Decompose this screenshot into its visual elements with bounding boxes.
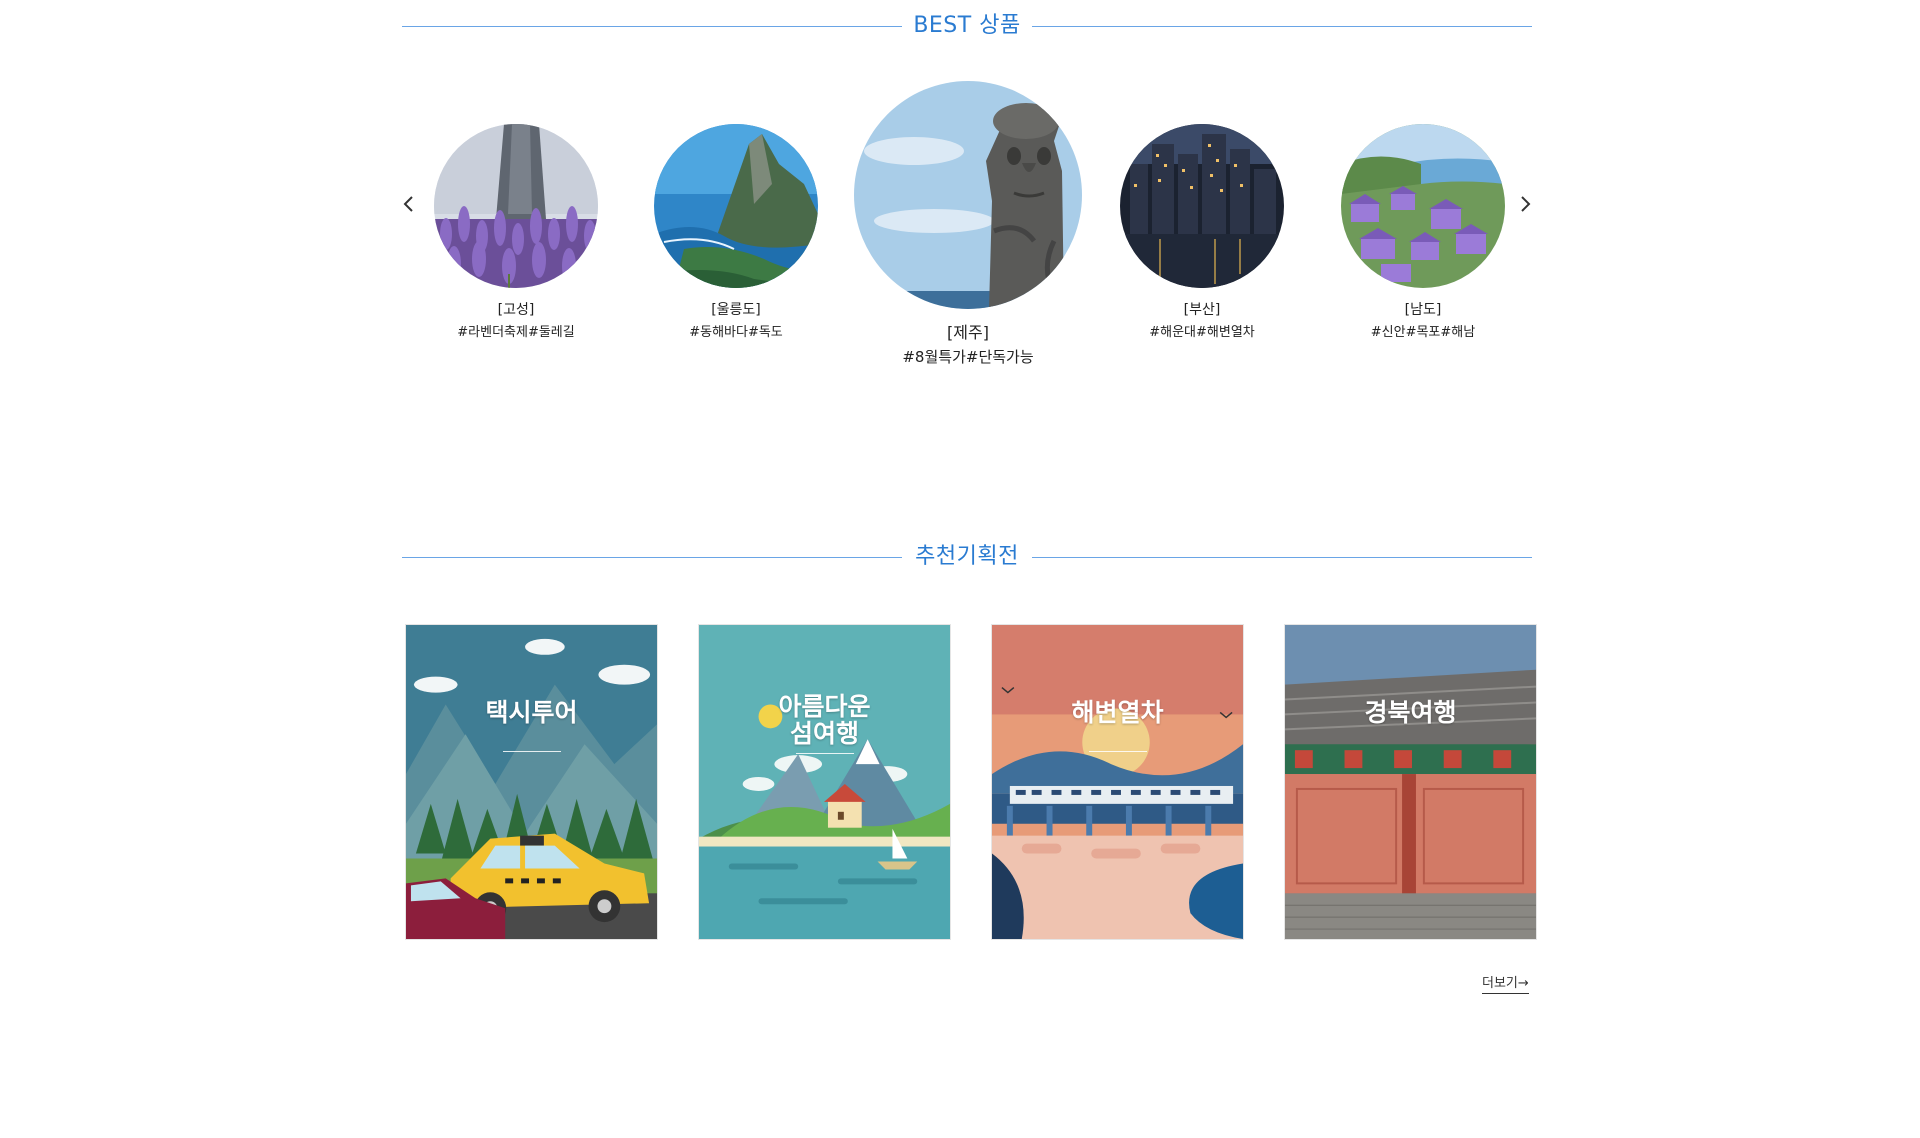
best-item-tags: #라벤더축제#둘레길 xyxy=(457,325,575,340)
title-divider-right xyxy=(1032,557,1532,558)
promo-card-title: 아름다운 섬여행 xyxy=(778,692,871,748)
best-item-tags: #신안#목포#해남 xyxy=(1370,325,1476,340)
promo-card-title: 해변열차 xyxy=(1071,698,1164,727)
best-item-image xyxy=(1120,124,1284,288)
best-item-namdo[interactable]: [남도] #신안#목포#해남 xyxy=(1330,124,1516,343)
promo-card-taxi-tour[interactable]: 택시투어 xyxy=(405,624,658,940)
carousel-prev-button[interactable] xyxy=(398,189,420,219)
promo-card-image xyxy=(1285,625,1536,939)
promo-card-image xyxy=(699,625,950,939)
best-item-region: [부산] xyxy=(1183,302,1221,318)
best-item-region: [울릉도] xyxy=(711,302,761,318)
chevron-right-icon xyxy=(1521,196,1531,212)
best-item-jeju[interactable]: [제주] #8월특가#단독가능 xyxy=(852,81,1084,367)
best-item-image xyxy=(854,81,1082,309)
promo-section-title: 추천기획전 xyxy=(402,542,1532,572)
promo-card-beach-train[interactable]: 해변열차 xyxy=(991,624,1244,940)
chevron-left-icon xyxy=(403,196,413,212)
best-item-goseong[interactable]: [고성] #라벤더축제#둘레길 xyxy=(423,124,609,343)
more-link[interactable]: 더보기→ xyxy=(1482,972,1529,994)
promo-card-underline xyxy=(796,753,854,754)
promo-card-image xyxy=(992,625,1243,939)
promo-card-underline xyxy=(1089,751,1147,752)
promo-card-title: 경북여행 xyxy=(1364,698,1457,727)
promo-card-underline xyxy=(503,751,561,752)
best-item-image xyxy=(434,124,598,288)
carousel-next-button[interactable] xyxy=(1514,189,1536,219)
best-section-title: BEST 상품 xyxy=(402,11,1532,41)
best-item-tags: #8월특가#단독가능 xyxy=(902,348,1034,366)
promo-card-title: 택시투어 xyxy=(485,698,578,727)
best-item-tags: #해운대#해변열차 xyxy=(1149,325,1255,340)
promo-card-image xyxy=(406,625,657,939)
promo-card-gyeongbuk-trip[interactable]: 경북여행 xyxy=(1284,624,1537,940)
best-item-region: [고성] xyxy=(497,302,535,318)
best-item-ulleungdo[interactable]: [울릉도] #동해바다#독도 xyxy=(643,124,829,343)
best-item-region: [남도] xyxy=(1404,302,1442,318)
best-item-tags: #동해바다#독도 xyxy=(689,325,783,340)
best-item-region: [제주] xyxy=(947,323,989,342)
best-item-busan[interactable]: [부산] #해운대#해변열차 xyxy=(1109,124,1295,343)
title-divider-right xyxy=(1032,26,1532,27)
promo-card-island-trip[interactable]: 아름다운 섬여행 xyxy=(698,624,951,940)
best-item-image xyxy=(654,124,818,288)
best-item-image xyxy=(1341,124,1505,288)
